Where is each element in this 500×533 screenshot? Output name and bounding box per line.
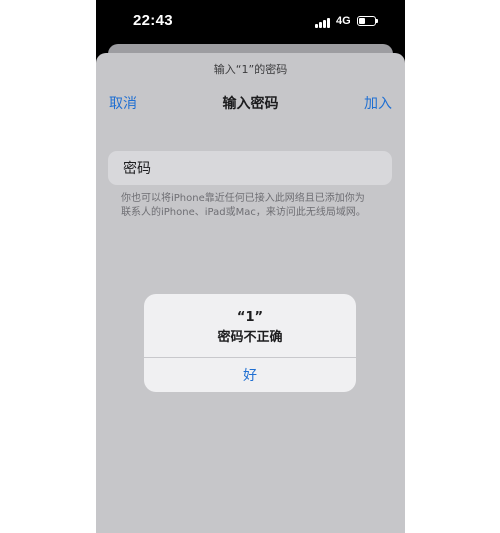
nav-title: 输入密码 bbox=[222, 96, 279, 112]
alert-message: 密码不正确 bbox=[217, 330, 283, 345]
network-type: 4G bbox=[336, 15, 351, 27]
sheet-prompt: 输入“1”的密码 bbox=[213, 63, 288, 76]
cancel-button[interactable]: 取消 bbox=[109, 93, 137, 113]
password-sheet: 输入“1”的密码 输入密码 取消 加入 密码 你也可以将iPhone靠近任何已接… bbox=[96, 53, 405, 533]
status-time: 22:43 bbox=[133, 12, 173, 29]
password-field-label: 密码 bbox=[123, 161, 151, 177]
hint-text: 你也可以将iPhone靠近任何已接入此网络且已添加你为 联系人的iPhone、i… bbox=[121, 192, 383, 220]
hint-line-1: 你也可以将iPhone靠近任何已接入此网络且已添加你为 bbox=[121, 193, 365, 204]
incorrect-password-alert: “1” 密码不正确 好 bbox=[144, 294, 356, 392]
alert-ok-button[interactable]: 好 bbox=[144, 358, 356, 392]
hint-line-2: 联系人的iPhone、iPad或Mac，来访问此无线局域网。 bbox=[121, 207, 366, 218]
status-bar: 22:43 4G bbox=[96, 0, 405, 44]
phone-screen: 22:43 4G 输入“1”的密码 输入密码 取消 加入 密码 你也可以将iPh… bbox=[96, 0, 405, 533]
password-field[interactable]: 密码 bbox=[108, 151, 392, 185]
alert-title: “1” bbox=[236, 310, 264, 325]
join-button[interactable]: 加入 bbox=[364, 93, 392, 113]
battery-icon bbox=[357, 16, 378, 26]
signal-bars-icon bbox=[315, 17, 331, 28]
